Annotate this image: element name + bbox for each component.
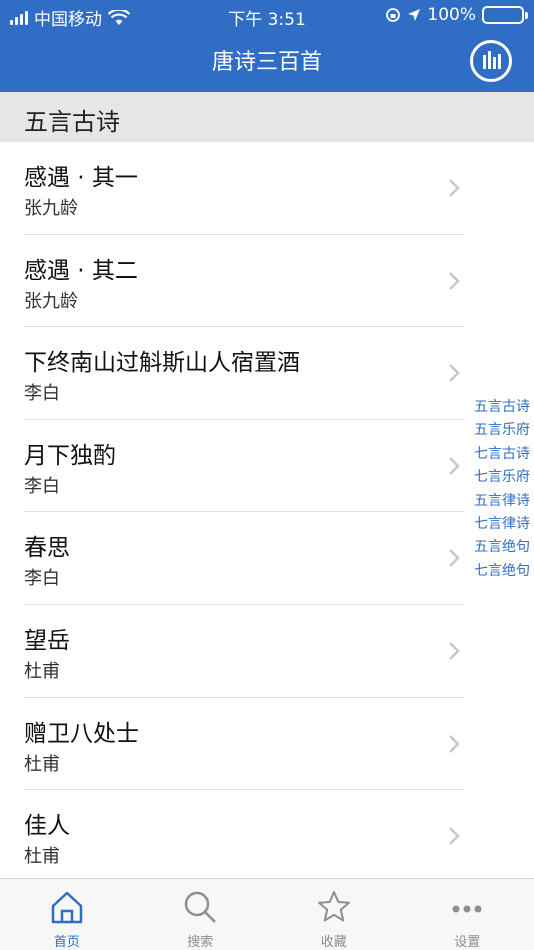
poem-list: 感遇 · 其一 张九龄 感遇 · 其二 张九龄 下终南山过斛斯山人宿置酒 李白 … xyxy=(0,142,464,883)
poem-title: 月下独酌 xyxy=(24,442,116,469)
poem-author: 杜甫 xyxy=(24,846,60,868)
poem-author: 张九龄 xyxy=(24,198,78,219)
location-icon xyxy=(408,9,421,21)
list-item[interactable]: 月下独酌 李白 xyxy=(24,420,464,513)
section-index: 五言古诗 五言乐府 七言古诗 七言乐府 五言律诗 七言律诗 五言绝句 七言绝句 xyxy=(466,396,530,583)
poem-title: 感遇 · 其一 xyxy=(24,165,138,191)
poem-author: 杜甫 xyxy=(24,660,60,682)
index-item[interactable]: 五言绝句 xyxy=(466,536,530,559)
index-item[interactable]: 七言绝句 xyxy=(466,560,530,583)
list-item[interactable]: 感遇 · 其一 张九龄 xyxy=(24,142,464,235)
poem-title: 望岳 xyxy=(24,627,70,654)
rotation-lock-icon xyxy=(386,8,401,22)
poem-author: 李白 xyxy=(24,475,60,497)
poem-author: 杜甫 xyxy=(24,753,60,775)
poem-title: 赠卫八处士 xyxy=(24,720,139,747)
poem-title: 佳人 xyxy=(24,813,70,840)
chevron-right-icon xyxy=(449,271,460,290)
status-bar: 中国移动 下午 3:51 100% xyxy=(0,0,534,30)
more-icon xyxy=(452,905,482,913)
tab-settings[interactable]: 设置 xyxy=(401,879,534,950)
search-icon xyxy=(185,891,217,923)
index-item[interactable]: 七言律诗 xyxy=(466,513,530,536)
battery-icon xyxy=(482,6,528,24)
poem-author: 李白 xyxy=(24,568,60,590)
chevron-right-icon xyxy=(449,179,460,197)
list-item[interactable]: 春思 李白 xyxy=(24,512,464,605)
tab-label: 搜索 xyxy=(187,935,214,950)
list-item[interactable]: 望岳 杜甫 xyxy=(24,605,464,698)
poem-title: 春思 xyxy=(24,535,70,562)
index-item[interactable]: 五言律诗 xyxy=(466,490,530,513)
top-bar: 中国移动 下午 3:51 100% 唐诗三百首 xyxy=(0,0,534,92)
bar-chart-icon xyxy=(483,51,501,69)
tab-label: 首页 xyxy=(53,935,80,950)
battery-percent: 100% xyxy=(427,5,476,25)
chevron-right-icon xyxy=(449,364,460,383)
list-item[interactable]: 赠卫八处士 杜甫 xyxy=(24,698,464,791)
stats-button[interactable] xyxy=(470,40,512,82)
poem-title: 感遇 · 其二 xyxy=(24,257,138,284)
tab-favorites[interactable]: 收藏 xyxy=(267,879,401,950)
poem-title: 下终南山过斛斯山人宿置酒 xyxy=(24,350,300,377)
tab-bar: 首页 搜索 收藏 设置 xyxy=(0,878,534,950)
section-title: 五言古诗 xyxy=(24,108,120,136)
tab-label: 设置 xyxy=(454,935,481,950)
list-item[interactable]: 佳人 杜甫 xyxy=(24,790,464,883)
chevron-right-icon xyxy=(449,734,460,753)
page-title: 唐诗三百首 xyxy=(211,50,322,75)
list-item[interactable]: 感遇 · 其二 张九龄 xyxy=(24,235,464,328)
index-item[interactable]: 七言乐府 xyxy=(466,466,530,489)
section-header: 五言古诗 xyxy=(0,92,534,142)
tab-home[interactable]: 首页 xyxy=(0,879,134,950)
home-icon xyxy=(51,891,82,924)
star-icon xyxy=(317,891,350,922)
chevron-right-icon xyxy=(449,827,460,846)
chevron-right-icon xyxy=(449,456,460,475)
poem-author: 张九龄 xyxy=(24,290,78,312)
chevron-right-icon xyxy=(449,642,460,660)
index-item[interactable]: 五言古诗 xyxy=(466,396,530,419)
tab-search[interactable]: 搜索 xyxy=(134,879,268,950)
index-item[interactable]: 五言乐府 xyxy=(466,419,530,442)
poem-author: 李白 xyxy=(24,383,60,405)
chevron-right-icon xyxy=(449,549,460,568)
list-item[interactable]: 下终南山过斛斯山人宿置酒 李白 xyxy=(24,327,464,420)
index-item[interactable]: 七言古诗 xyxy=(466,443,530,466)
tab-label: 收藏 xyxy=(320,935,347,950)
